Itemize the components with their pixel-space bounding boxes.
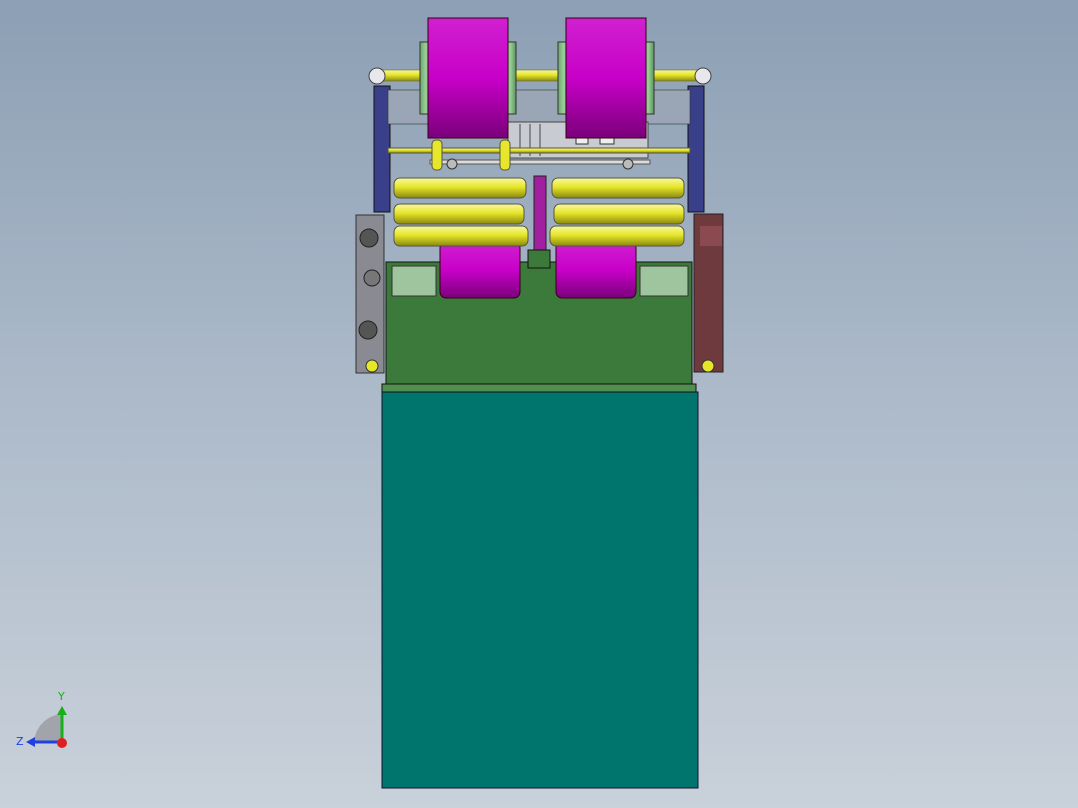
clamp-left [431, 139, 443, 171]
guide-rod-lower [429, 159, 651, 165]
roller-row-1-right [551, 177, 685, 199]
right-knob[interactable] [694, 67, 712, 85]
teal-base-panel [381, 391, 699, 789]
roller-row-3-left [393, 225, 529, 247]
lower-roll-right [555, 241, 637, 299]
left-foot-bolt [365, 359, 379, 373]
lower-roll-left [439, 241, 521, 299]
view-orientation-triad [26, 706, 67, 748]
green-plate-foot [381, 383, 697, 393]
right-foot-bolt [701, 359, 715, 373]
cad-viewport[interactable]: Y Z [0, 0, 1078, 808]
lower-right-bracket [639, 265, 689, 297]
center-neck [527, 249, 551, 269]
roller-row-1-left [393, 177, 527, 199]
center-divider [533, 175, 547, 251]
roller-row-3-right [549, 225, 685, 247]
roller-row-2-right [553, 203, 685, 225]
left-housing-gear-low [358, 320, 378, 340]
left-housing-gear-mid [363, 269, 381, 287]
triad-z-label: Z [16, 735, 24, 748]
top-roll-left [427, 17, 509, 139]
left-knob[interactable] [368, 67, 386, 85]
left-housing-gear-top [359, 228, 379, 248]
lower-left-bracket [391, 265, 437, 297]
right-housing-cap [700, 226, 722, 246]
clamp-mid [499, 139, 511, 171]
top-roll-right [565, 17, 647, 139]
triad-y-label: Y [57, 690, 65, 703]
roller-row-2-left [393, 203, 525, 225]
